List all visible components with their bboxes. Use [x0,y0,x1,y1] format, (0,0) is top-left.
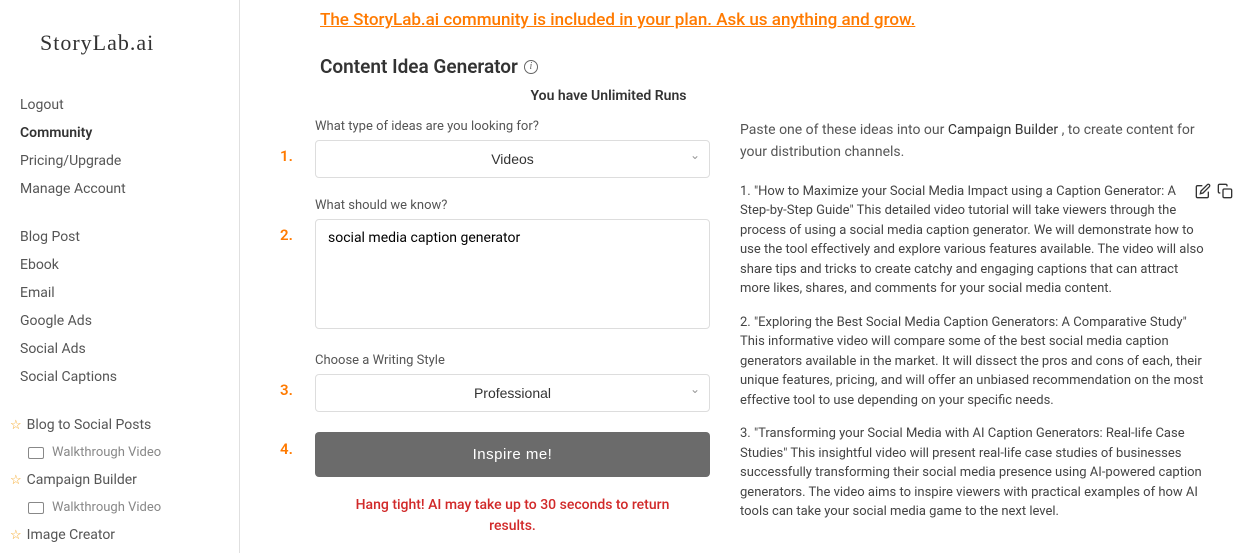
nav-blog-to-social[interactable]: ☆ Blog to Social Posts [10,411,219,439]
video-icon [28,502,44,514]
content-body: 1. What type of ideas are you looking fo… [280,119,1217,553]
nav-label: Blog to Social Posts [27,417,152,433]
logo: StoryLab.ai [20,30,219,56]
result-item: 1. "How to Maximize your Social Media Im… [740,182,1207,299]
nav-social-captions[interactable]: Social Captions [20,363,219,391]
edit-icon[interactable] [1195,183,1211,199]
form-field-2: What should we know? [315,198,710,333]
nav-pricing[interactable]: Pricing/Upgrade [20,147,219,175]
form-row-1: 1. What type of ideas are you looking fo… [280,119,710,178]
action-icons: ✕ [1195,182,1237,201]
copy-icon[interactable] [1217,183,1233,199]
step-number-3: 3. [280,353,300,412]
wait-message: Hang tight! AI may take up to 30 seconds… [338,495,688,537]
form-row-2: 2. What should we know? [280,198,710,333]
textarea-input[interactable] [315,219,710,329]
form-row-4: 4. Inspire me! Hang tight! AI may take u… [280,432,710,537]
form-field-3: Choose a Writing Style Professional [315,353,710,412]
form-row-3: 3. Choose a Writing Style Professional [280,353,710,412]
results-content: ✕ 1. "How to Maximize your Social Media … [740,182,1207,522]
select-wrapper: Videos [315,140,710,178]
page-title: Content Idea Generator [320,55,518,78]
nav-walkthrough-video-2[interactable]: Walkthrough Video [20,494,219,521]
runs-text: You have Unlimited Runs [240,88,1217,104]
sidebar: StoryLab.ai Logout Community Pricing/Upg… [0,0,240,553]
nav-image-creator[interactable]: ☆ Image Creator [10,521,219,549]
main-content: The StoryLab.ai community is included in… [240,0,1237,553]
label-what-know: What should we know? [315,198,710,213]
nav-blog-post[interactable]: Blog Post [20,223,219,251]
star-icon: ☆ [10,528,22,543]
form-column: 1. What type of ideas are you looking fo… [280,119,710,553]
step-number-2: 2. [280,198,300,333]
nav-group-tools: Blog Post Ebook Email Google Ads Social … [20,223,219,391]
nav-label: Campaign Builder [27,472,137,488]
nav-community[interactable]: Community [20,119,219,147]
form-field-4: Inspire me! Hang tight! AI may take up t… [315,432,710,537]
video-icon [28,447,44,459]
content-header: Content Idea Generator i [320,55,1217,78]
step-number-1: 1. [280,119,300,178]
nav-email[interactable]: Email [20,279,219,307]
results-intro: Paste one of these ideas into our Campai… [740,119,1207,164]
nav-logout[interactable]: Logout [20,91,219,119]
star-icon: ☆ [10,473,22,488]
info-icon[interactable]: i [524,60,538,74]
results-column: Paste one of these ideas into our Campai… [740,119,1217,553]
result-item: 2. "Exploring the Best Social Media Capt… [740,313,1207,411]
results-text: 1. "How to Maximize your Social Media Im… [740,182,1207,522]
inspire-button[interactable]: Inspire me! [315,432,710,477]
label-idea-type: What type of ideas are you looking for? [315,119,710,134]
community-banner-link[interactable]: The StoryLab.ai community is included in… [280,10,1217,30]
nav-walkthrough-video-1[interactable]: Walkthrough Video [20,439,219,466]
nav-group-account: Logout Community Pricing/Upgrade Manage … [20,91,219,203]
form-field-1: What type of ideas are you looking for? … [315,119,710,178]
nav-label: Image Creator [27,527,115,543]
step-number-4: 4. [280,432,300,537]
nav-ebook[interactable]: Ebook [20,251,219,279]
nav-sublabel: Walkthrough Video [52,500,161,515]
nav-social-ads[interactable]: Social Ads [20,335,219,363]
nav-campaign-builder[interactable]: ☆ Campaign Builder [10,466,219,494]
select-idea-type[interactable]: Videos [315,140,710,178]
result-item: 3. "Transforming your Social Media with … [740,424,1207,522]
select-writing-style[interactable]: Professional [315,374,710,412]
select-wrapper: Professional [315,374,710,412]
star-icon: ☆ [10,418,22,433]
nav-sublabel: Walkthrough Video [52,445,161,460]
nav-manage-account[interactable]: Manage Account [20,175,219,203]
campaign-builder-link[interactable]: Campaign Builder [948,122,1058,138]
nav-group-featured: ☆ Blog to Social Posts Walkthrough Video… [20,411,219,549]
nav-google-ads[interactable]: Google Ads [20,307,219,335]
label-writing-style: Choose a Writing Style [315,353,710,368]
